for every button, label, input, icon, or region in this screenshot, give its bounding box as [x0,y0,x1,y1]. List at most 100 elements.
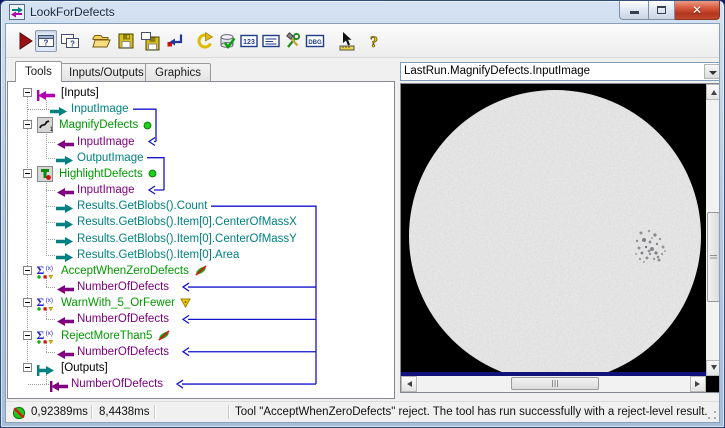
ran-status-dot-icon [148,169,157,178]
tab-inputs-outputs[interactable]: Inputs/Outputs [59,63,154,81]
app-icon [9,4,25,20]
input-port-arrow-icon [50,381,68,393]
tree-item-label[interactable]: Results.GetBlobs().Count [77,198,207,214]
close-button[interactable]: ✕ [675,1,720,20]
input-port-icon [50,379,68,397]
defect-speckle [658,237,662,241]
database-check-button[interactable] [216,30,238,52]
status-bar: 0,92389ms 8,4438ms Tool "AcceptWhenZeroD… [6,401,719,422]
tree-row: [Inputs] [8,85,392,101]
tree-item-label[interactable]: [Inputs] [61,85,99,101]
tree-item-label[interactable]: Results.GetBlobs().Item[0].CenterOfMassX [77,214,297,230]
tree-item-label[interactable]: NumberOfDefects [77,279,169,295]
help-button[interactable]: ? [363,30,385,52]
undo-button[interactable] [193,30,215,52]
help-icon: ? [370,34,379,51]
tab-tools[interactable]: Tools [15,61,62,82]
save-as-button[interactable] [139,30,161,52]
scroll-down-button[interactable] [706,360,719,376]
svg-text:123: 123 [243,39,255,46]
floating-display-button[interactable]: ? [59,30,81,52]
run-button[interactable] [14,30,36,52]
tree-item-label[interactable]: Results.GetBlobs().Item[0].Area [77,247,239,263]
tree-item-label[interactable]: AcceptWhenZeroDefects [61,263,189,279]
options-button[interactable] [282,30,304,52]
debug-button[interactable]: DBG [304,30,326,52]
tree-row: Σ (x) WarnWith_5_OrFewer [8,295,392,312]
maximize-button[interactable] [648,1,675,20]
defect-speckle [635,239,639,243]
tree-expander-minus[interactable] [23,168,32,178]
output-port-arrow-icon [50,107,67,117]
window-title: LookForDefects [30,5,115,19]
vertical-scrollbar[interactable] [706,84,719,376]
numeric-results-button[interactable]: 123 [238,30,260,52]
sigma-compare-tool-icon: Σ (x) [37,328,54,344]
tree-row: Σ (x) RejectMoreThan5 [8,328,392,344]
defect-speckle [638,257,642,261]
tree-expander-minus[interactable] [23,362,32,372]
defect-speckle [661,245,665,249]
image-selector-combobox[interactable]: LastRun.MagnifyDefects.InputImage [400,62,719,81]
client-area: ?? 123 DBG? Tools Inputs/Outputs Graphics … [5,23,720,423]
defect-speckle [660,252,664,256]
tree-item-label[interactable]: InputImage [71,101,129,117]
tree-connector-line [28,109,50,111]
tree-item-label[interactable]: NumberOfDefects [77,311,169,327]
toolbar: ?? 123 DBG? [6,24,719,58]
job-display-icon: ? [38,35,54,48]
output-port-arrow-icon [56,252,73,262]
tab-graphics[interactable]: Graphics [145,63,212,81]
scroll-up-button[interactable] [706,84,719,100]
defect-speckle [644,245,648,249]
tree-expander-minus[interactable] [23,330,32,340]
tree-item-label[interactable]: InputImage [77,182,135,198]
tree-item-label[interactable]: InputImage [77,134,135,150]
save-button[interactable] [115,30,137,52]
tree-expander-minus[interactable] [23,88,32,97]
tree-expander-minus[interactable] [23,120,32,130]
scroll-right-button[interactable] [690,376,706,392]
floating-display-icon: ? [61,34,79,49]
minimize-button[interactable] [619,1,648,20]
tree-item-label[interactable]: WarnWith_5_OrFewer [61,295,175,311]
tree-item-label[interactable]: RejectMoreThan5 [61,328,152,344]
tree-row: Σ (x) AcceptWhenZeroDefects [8,263,392,280]
defect-speckle [648,252,652,256]
scroll-left-button[interactable] [401,376,417,392]
tree-row: NumberOfDefects [8,279,392,295]
image-viewport[interactable] [401,84,706,372]
job-display-button[interactable]: ? [35,30,57,52]
open-button[interactable] [90,30,112,52]
database-check-icon [220,34,236,49]
report-button[interactable] [260,30,282,52]
tree-item-label[interactable]: Results.GetBlobs().Item[0].CenterOfMassY [77,231,297,247]
svg-text:?: ? [44,39,49,48]
vertical-scroll-thumb[interactable] [707,212,719,302]
image-display-panel [400,83,719,393]
warn-result-icon [180,298,191,309]
tree-item-label[interactable]: OutputImage [77,150,143,166]
tree-item-label[interactable]: NumberOfDefects [71,376,163,392]
tree-item-label[interactable]: NumberOfDefects [77,344,169,360]
input-port-arrow-icon [57,285,74,295]
svg-text:DBG: DBG [308,40,322,46]
image-selector-value: LastRun.MagnifyDefects.InputImage [404,65,591,77]
combobox-dropdown-button[interactable] [704,64,719,79]
pointer-measure-button[interactable] [336,30,358,52]
tree-item-label[interactable]: HighlightDefects [59,166,143,182]
pointer-measure-icon [339,32,355,51]
revert-button[interactable] [164,30,186,52]
tree-item-label[interactable]: MagnifyDefects [59,117,138,133]
resize-grip[interactable] [707,410,717,420]
tree-expander-minus[interactable] [23,265,32,275]
revert-icon [167,34,183,47]
horizontal-scroll-thumb[interactable] [511,377,599,390]
svg-text:(x): (x) [46,297,54,304]
horizontal-scrollbar[interactable] [401,376,706,392]
tree-expander-minus[interactable] [23,298,32,308]
tree-item-label[interactable]: [Outputs] [61,360,108,376]
save-icon [118,33,134,49]
defect-speckle [648,240,652,244]
status-message: Tool "AcceptWhenZeroDefects" reject. The… [235,406,708,418]
